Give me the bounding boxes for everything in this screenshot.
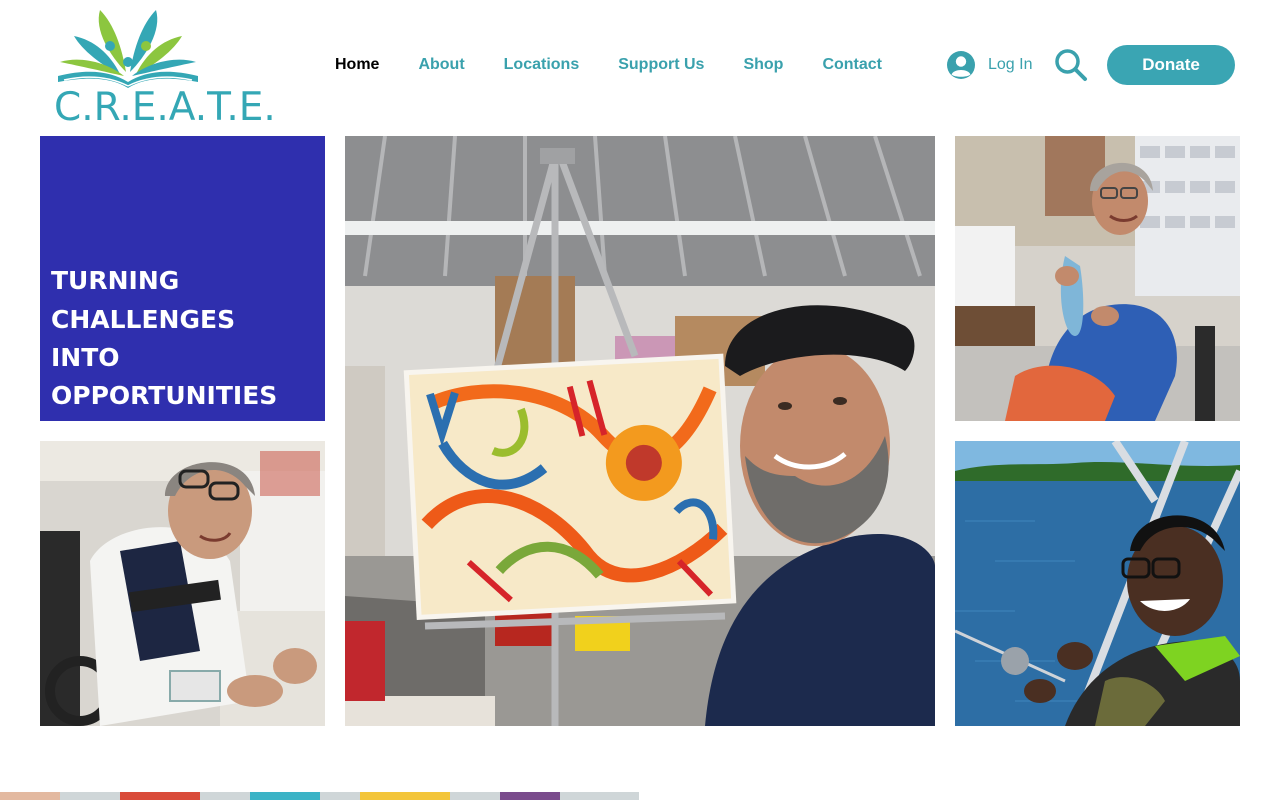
tagline-line: OPPORTUNITIES [51,381,278,410]
nav-contact[interactable]: Contact [822,52,882,78]
search-icon [1055,49,1087,81]
nav-about[interactable]: About [418,52,464,78]
login-link[interactable]: Log In [946,50,1032,80]
logo-text: C.R.E.A.T.E. [54,85,276,130]
user-avatar-icon [947,51,975,79]
nav-support-us[interactable]: Support Us [618,52,704,78]
logo-mark-icon [58,10,198,88]
create-logo[interactable]: C.R.E.A.T.E. [50,6,276,130]
nav-shop[interactable]: Shop [743,52,783,78]
photo-man-fishing [955,441,1240,726]
tagline-tile: TURNING CHALLENGES INTO OPPORTUNITIES [40,136,325,421]
donate-button[interactable]: Donate [1107,45,1235,85]
search-button[interactable] [1054,48,1088,82]
photo-bottom-partial [0,792,639,800]
nav-home[interactable]: Home [335,52,379,78]
photo-woman-crafting [40,441,325,726]
nav-locations[interactable]: Locations [504,52,580,78]
tagline-line: TURNING [51,266,180,295]
tagline-line: INTO [51,343,120,372]
main-nav: Home About Locations Support Us Shop Con… [335,52,921,78]
login-label: Log In [988,56,1033,73]
photo-man-with-painting [345,136,935,726]
tagline-line: CHALLENGES [51,305,236,334]
site-header: C.R.E.A.T.E. Home About Locations Suppor… [0,0,1280,130]
photo-woman-with-fabric [955,136,1240,421]
